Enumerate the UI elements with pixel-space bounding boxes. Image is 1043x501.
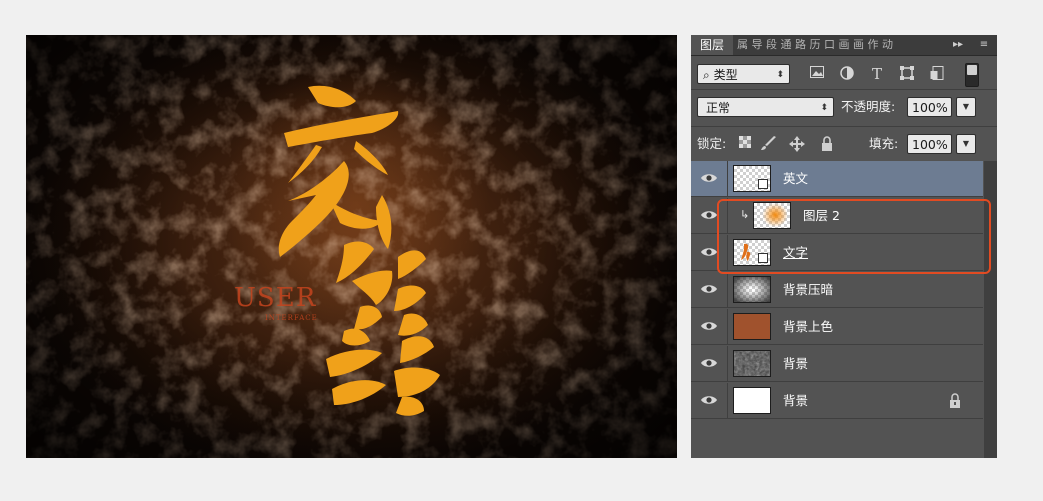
dropdown-arrows-icon: ⬍ (820, 103, 828, 113)
visibility-eye-icon[interactable] (701, 394, 717, 406)
calligraphy-artwork (278, 85, 440, 416)
expand-panels-icon[interactable]: ▸▸ (949, 35, 967, 55)
lock-move-icon[interactable] (789, 136, 805, 152)
layer-row-background-darken[interactable]: 背景压暗 (691, 272, 983, 308)
lock-transparent-icon[interactable] (737, 136, 753, 152)
layer-thumbnail (733, 313, 771, 340)
shape-filter-icon[interactable] (899, 66, 915, 82)
layer-name: 文字 (783, 245, 809, 260)
layer-thumbnail (733, 165, 771, 192)
layer-locked-icon[interactable] (949, 393, 963, 409)
layer-thumbnail (753, 202, 791, 229)
layer-name: 背景 (783, 356, 809, 371)
tab-layers[interactable]: 图层 (691, 35, 733, 55)
blend-mode-dropdown[interactable]: 正常 ⬍ (697, 97, 834, 117)
lock-all-icon[interactable] (819, 136, 835, 152)
visibility-eye-icon[interactable] (701, 357, 717, 369)
layer-row-background-color[interactable]: 背景上色 (691, 309, 983, 345)
lock-paint-icon[interactable] (761, 136, 777, 152)
dropdown-arrows-icon: ⬍ (776, 70, 784, 80)
english-subtitle-text: INTERFACE (265, 314, 318, 322)
layer-thumbnail (733, 350, 771, 377)
divider (727, 383, 728, 419)
smart-object-filter-icon[interactable] (929, 66, 945, 82)
layer-name: 背景上色 (783, 319, 834, 334)
layer-name: 背景 (783, 393, 809, 408)
opacity-input[interactable]: 100% (907, 97, 952, 117)
divider (691, 126, 997, 127)
layer-row-layer-2[interactable]: ↳ 图层 2 (691, 198, 983, 234)
search-icon: ⌕ (703, 68, 710, 82)
layer-name: 英文 (783, 171, 809, 186)
divider (727, 198, 728, 234)
layer-row-background-texture[interactable]: 背景 (691, 346, 983, 382)
layer-row-background[interactable]: 背景 (691, 383, 983, 419)
filter-toggle-switch[interactable] (965, 63, 979, 87)
collapsed-panel-tabs[interactable]: 属 导 段 通 路 历 口 画 画 作 动 (733, 35, 942, 55)
clipping-mask-arrow-icon: ↳ (740, 208, 750, 221)
layer-row-english[interactable]: 英文 (691, 161, 983, 197)
document-canvas[interactable]: USER INTERFACE (26, 35, 677, 458)
adjustment-filter-icon[interactable] (839, 66, 855, 82)
panel-tab-bar: 图层 属 导 段 通 路 历 口 画 画 作 动 ▸▸ ≡ (691, 35, 997, 56)
fill-input[interactable]: 100% (907, 134, 952, 154)
layers-scrollbar[interactable] (984, 161, 997, 458)
layer-name: 背景压暗 (783, 282, 834, 297)
visibility-eye-icon[interactable] (701, 246, 717, 258)
fill-label: 填充: (869, 136, 899, 151)
image-filter-icon[interactable] (809, 66, 825, 82)
divider (691, 89, 997, 90)
layer-thumbnail (733, 276, 771, 303)
divider (727, 346, 728, 382)
visibility-eye-icon[interactable] (701, 320, 717, 332)
filter-type-dropdown[interactable]: ⌕ 类型 ⬍ (697, 64, 790, 84)
opacity-label: 不透明度: (841, 99, 896, 114)
type-filter-icon[interactable]: T (869, 66, 885, 82)
divider (727, 272, 728, 308)
visibility-eye-icon[interactable] (701, 283, 717, 295)
blend-mode-value: 正常 (706, 101, 731, 115)
smart-object-badge-icon (758, 179, 768, 189)
filter-type-value: 类型 (713, 68, 738, 82)
smart-object-badge-icon (758, 253, 768, 263)
divider (727, 309, 728, 345)
layer-row-text[interactable]: 文字 (691, 235, 983, 271)
layer-thumbnail (733, 239, 771, 266)
layer-filter-row: ⌕ 类型 ⬍ T (691, 57, 997, 89)
visibility-eye-icon[interactable] (701, 172, 717, 184)
divider (727, 161, 728, 197)
visibility-eye-icon[interactable] (701, 209, 717, 221)
divider (727, 235, 728, 271)
layers-panel: 图层 属 导 段 通 路 历 口 画 画 作 动 ▸▸ ≡ ⌕ 类型 ⬍ T 正… (691, 35, 997, 458)
lock-label: 锁定: (697, 136, 727, 151)
layer-thumbnail (733, 387, 771, 414)
fill-dropdown-button[interactable]: ▼ (956, 134, 976, 154)
english-title-text: USER (234, 283, 317, 313)
panel-menu-icon[interactable]: ≡ (974, 35, 994, 55)
opacity-dropdown-button[interactable]: ▼ (956, 97, 976, 117)
layer-name: 图层 2 (803, 208, 840, 223)
